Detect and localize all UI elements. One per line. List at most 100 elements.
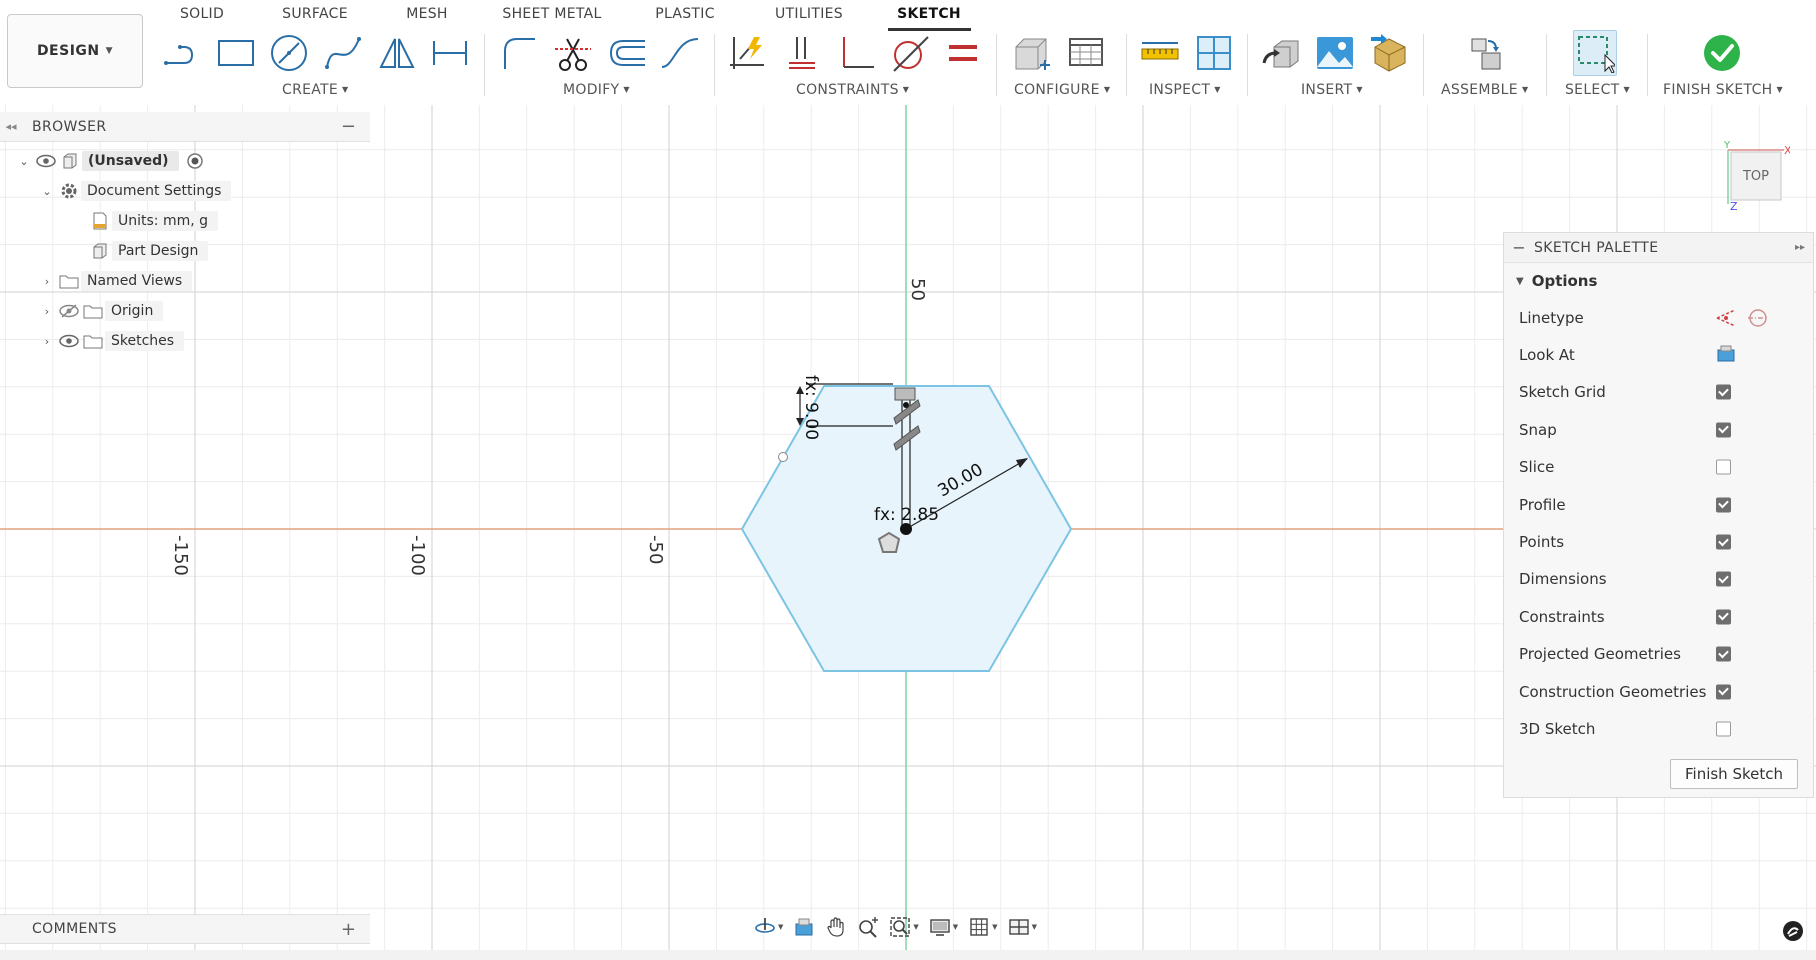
browser-item-origin[interactable]: › Origin [37,298,164,324]
tab-sheet-metal[interactable]: SHEET METAL [500,6,604,28]
sketch-dimension-button[interactable] [428,30,472,76]
view-cube[interactable]: TOP X Y Z [1723,140,1792,213]
comments-panel-header[interactable]: COMMENTS + [0,914,370,944]
chevron-down-icon[interactable]: ▼ [953,923,958,931]
chevron-down-icon[interactable]: ▼ [1032,923,1037,931]
grid-settings-button[interactable]: ▼ [966,914,999,940]
sketch-grid-checkbox[interactable] [1716,384,1731,400]
auto-constrain-button[interactable] [726,30,770,76]
select-group-label[interactable]: SELECT ▼ [1565,82,1630,100]
insert-canvas-button[interactable] [1313,30,1357,76]
dimensions-checkbox[interactable] [1716,571,1731,587]
midpoint[interactable] [778,452,788,462]
chevron-down-icon[interactable]: ⌄ [14,155,34,168]
measure-button[interactable] [1138,30,1182,76]
inspect-group-label[interactable]: INSPECT ▼ [1149,82,1221,100]
add-comment-icon[interactable]: + [341,919,356,940]
finish-sketch-toolbar-button[interactable] [1700,30,1744,76]
tab-mesh[interactable]: MESH [402,6,452,28]
workspace-switcher-button[interactable]: DESIGN ▼ [7,14,143,88]
section-analysis-button[interactable] [1192,30,1236,76]
spline-tool-button[interactable] [321,30,365,76]
configure-group-label[interactable]: CONFIGURE ▼ [1014,82,1110,100]
viewports-button[interactable]: ▼ [1006,914,1039,940]
tab-solid[interactable]: SOLID [177,6,227,28]
options-section-header[interactable]: ▼ Options [1504,263,1813,299]
eye-icon[interactable] [57,330,81,352]
chevron-down-icon[interactable]: ⌄ [37,185,57,198]
expand-panel-icon[interactable]: ▸▸ [1795,242,1805,253]
chevron-down-icon[interactable]: ▼ [913,923,918,931]
tab-sketch[interactable]: SKETCH [896,6,962,28]
chevron-right-icon[interactable]: › [37,335,57,348]
sketch-palette-header[interactable]: − SKETCH PALETTE ▸▸ [1504,233,1813,263]
offset-tool-button[interactable] [605,30,649,76]
zoom-button[interactable] [855,914,881,940]
configurations-button[interactable] [1064,30,1108,76]
orbit-button[interactable]: ▼ [752,914,785,940]
activate-radio-icon[interactable] [183,150,207,172]
perpendicular-constraint-button[interactable] [834,30,878,76]
center-point[interactable] [900,523,912,535]
fillet-tool-button[interactable] [497,30,541,76]
chevron-down-icon[interactable]: ▼ [778,923,783,931]
chevron-down-icon[interactable]: ▼ [992,923,997,931]
look-at-icon[interactable] [1716,344,1736,366]
insert-derive-button[interactable] [1260,30,1304,76]
trim-tool-button[interactable] [551,30,595,76]
select-window-button[interactable] [1573,30,1617,76]
rectangle-tool-button[interactable] [214,30,258,76]
equal-constraint-button[interactable] [941,30,985,76]
curve-tool-button[interactable] [658,30,702,76]
browser-item-sketches[interactable]: › Sketches [37,328,185,354]
insert-group-label[interactable]: INSERT ▼ [1301,82,1363,100]
offset-dimension-value[interactable]: fx: 2.85 [874,505,939,525]
points-checkbox[interactable] [1716,534,1731,550]
tab-utilities[interactable]: UTILITIES [772,6,846,28]
browser-item-named-views[interactable]: › Named Views [37,268,193,294]
insert-mesh-button[interactable] [1367,30,1411,76]
projected-geometries-checkbox[interactable] [1716,646,1731,662]
tab-plastic[interactable]: PLASTIC [652,6,718,28]
tab-surface[interactable]: SURFACE [280,6,350,28]
assemble-button[interactable] [1464,30,1508,76]
tangent-constraint-button[interactable] [888,30,932,76]
eye-icon[interactable] [34,150,58,172]
chevron-right-icon[interactable]: › [37,305,57,318]
constraints-checkbox[interactable] [1716,609,1731,625]
look-at-button[interactable] [791,914,817,940]
circle-tool-button[interactable] [267,30,311,76]
display-settings-button[interactable]: ▼ [927,914,960,940]
browser-panel-header[interactable]: ◂◂ BROWSER − [0,112,370,142]
construction-geometries-checkbox[interactable] [1716,684,1731,700]
horizontal-vertical-constraint-button[interactable] [781,30,825,76]
finish-sketch-group-label[interactable]: FINISH SKETCH ▼ [1663,82,1783,100]
chevron-right-icon[interactable]: › [37,275,57,288]
3d-sketch-checkbox[interactable] [1716,721,1731,737]
construction-linetype-icon[interactable] [1715,308,1737,328]
centerline-linetype-icon[interactable] [1747,308,1769,328]
browser-item-part-design[interactable]: Part Design [88,238,209,264]
profile-checkbox[interactable] [1716,497,1731,513]
mirror-tool-button[interactable] [375,30,419,76]
constraints-group-label[interactable]: CONSTRAINTS ▼ [796,82,909,100]
fit-button[interactable]: ▼ [887,914,920,940]
browser-item-units[interactable]: Units: mm, g [88,208,219,234]
sketch-point[interactable] [903,402,909,408]
eye-hidden-icon[interactable] [57,300,81,322]
slice-checkbox[interactable] [1716,459,1731,475]
create-group-label[interactable]: CREATE ▼ [282,82,349,100]
assemble-group-label[interactable]: ASSEMBLE ▼ [1441,82,1528,100]
feedback-icon[interactable] [1782,920,1804,942]
minimize-icon[interactable]: − [341,116,356,137]
browser-item-root[interactable]: ⌄ (Unsaved) [14,148,207,174]
finish-sketch-button[interactable]: Finish Sketch [1670,759,1798,789]
modify-group-label[interactable]: MODIFY ▼ [563,82,630,100]
browser-item-document-settings[interactable]: ⌄ Document Settings [37,178,232,204]
snap-checkbox[interactable] [1716,422,1731,438]
line-tool-button[interactable] [160,30,204,76]
pan-button[interactable] [823,914,849,940]
collapse-panel-icon[interactable]: ◂◂ [0,120,22,133]
minimize-icon[interactable]: − [1504,238,1534,257]
parameters-button[interactable] [1010,30,1054,76]
